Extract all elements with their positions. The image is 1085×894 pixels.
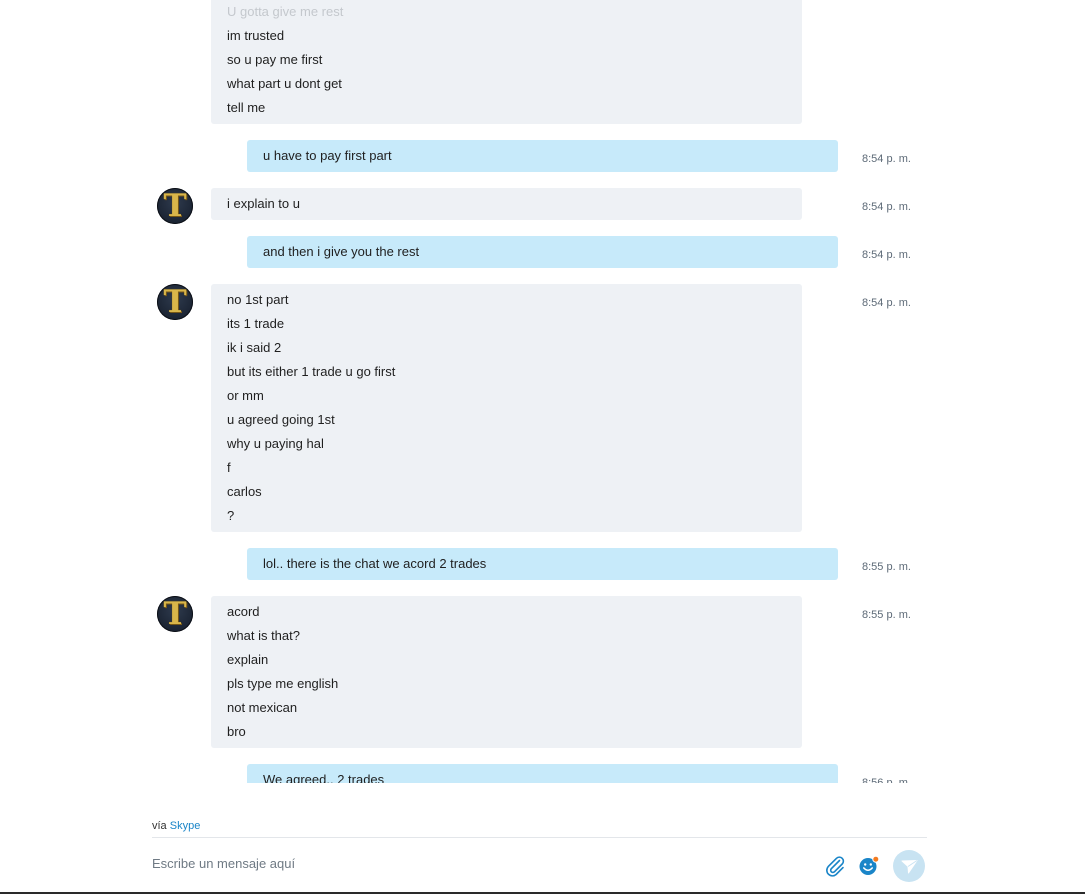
avatar-letter: T	[163, 188, 187, 224]
message-text: im trusted	[227, 28, 285, 43]
message-text: ik i said 2	[227, 340, 282, 355]
paperclip-icon[interactable]	[823, 854, 847, 878]
message-text: why u paying hal	[227, 436, 324, 451]
message-timestamp: 8:55 p. m.	[862, 609, 911, 621]
skype-link[interactable]: Skype	[170, 820, 201, 832]
send-icon	[901, 860, 918, 874]
message-text: u agreed going 1st	[227, 412, 335, 427]
message-text: We agreed.. 2 trades	[263, 772, 385, 783]
via-label: vía Skype	[152, 820, 200, 832]
avatar-letter: T	[163, 284, 187, 320]
message-text: so u pay me first	[227, 52, 323, 67]
message-timestamp: 8:54 p. m.	[862, 153, 911, 165]
outgoing-message-bubble[interactable]: We agreed.. 2 trades	[247, 764, 838, 783]
message-timestamp: 8:54 p. m.	[862, 297, 911, 309]
message-text: lol.. there is the chat we acord 2 trade…	[263, 556, 487, 571]
message-text: what part u dont get	[227, 76, 342, 91]
incoming-message-bubble[interactable]: U gotta give me rest im trusted so u pay m…	[211, 0, 802, 124]
message-text: explain	[227, 652, 269, 667]
outgoing-message-bubble[interactable]: u have to pay first part	[247, 140, 838, 172]
message-text: f	[227, 460, 231, 475]
message-text: or mm	[227, 388, 264, 403]
message-text: ?	[227, 508, 235, 523]
incoming-message-bubble[interactable]: no 1st part its 1 trade ik i said 2 but its…	[211, 284, 802, 532]
message-input[interactable]	[152, 856, 752, 871]
message-text: its 1 trade	[227, 316, 285, 331]
message-timestamp: 8:55 p. m.	[862, 561, 911, 573]
message-timestamp: 8:54 p. m.	[862, 201, 911, 213]
outgoing-message-bubble[interactable]: and then i give you the rest	[247, 236, 838, 268]
message-text: pls type me english	[227, 676, 339, 691]
incoming-message-bubble[interactable]: acord what is that? explain pls type me eng…	[211, 596, 802, 748]
message-text: i explain to u	[227, 196, 300, 211]
composer-area: vía Skype	[0, 783, 1085, 894]
send-button[interactable]	[893, 850, 925, 882]
message-text: u have to pay first part	[263, 148, 392, 163]
message-text: acord	[227, 604, 260, 619]
message-text: but its either 1 trade u go first	[227, 364, 396, 379]
contact-avatar[interactable]: T	[157, 284, 193, 320]
message-text: not mexican	[227, 700, 298, 715]
message-timestamp: 8:54 p. m.	[862, 249, 911, 261]
avatar-letter: T	[163, 596, 187, 632]
composer-divider	[152, 837, 927, 838]
message-text: carlos	[227, 484, 262, 499]
message-text: U gotta give me rest	[227, 4, 344, 19]
via-prefix: vía	[152, 820, 167, 832]
message-text: and then i give you the rest	[263, 244, 420, 259]
message-text: bro	[227, 724, 246, 739]
message-text: what is that?	[227, 628, 300, 643]
emoji-icon[interactable]	[857, 854, 881, 878]
message-text: tell me	[227, 100, 266, 115]
contact-avatar[interactable]: T	[157, 596, 193, 632]
contact-avatar[interactable]: T	[157, 188, 193, 224]
message-text: no 1st part	[227, 292, 289, 307]
message-timestamp: 8:56 p. m.	[862, 777, 911, 783]
chat-scroll-area[interactable]: Hoy U gotta give me restim trustedso u p…	[0, 0, 1085, 783]
outgoing-message-bubble[interactable]: lol.. there is the chat we acord 2 trade…	[247, 548, 838, 580]
incoming-message-bubble[interactable]: i explain to u	[211, 188, 802, 220]
